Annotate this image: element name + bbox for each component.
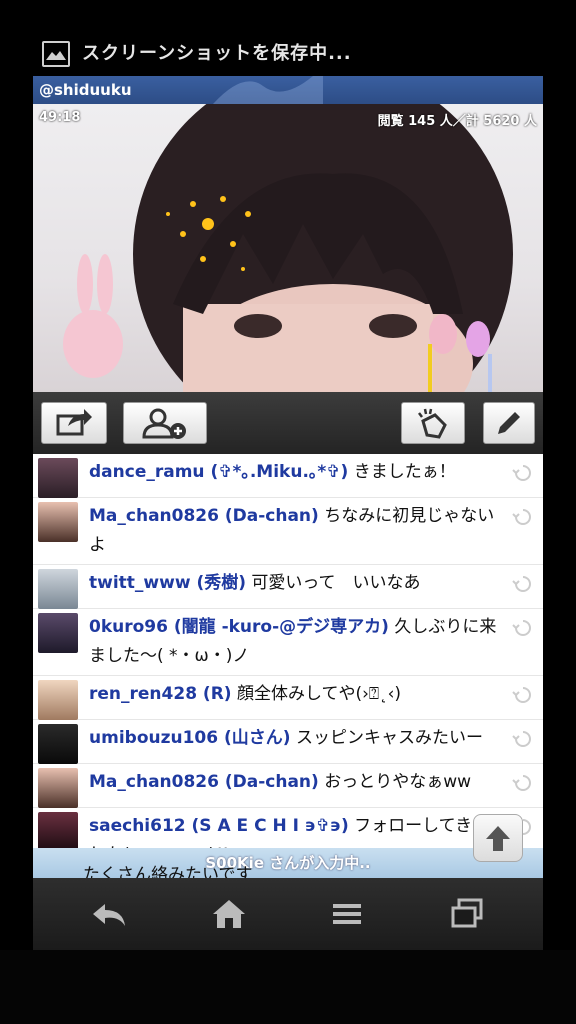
menu-icon[interactable] xyxy=(327,896,367,932)
comment-row[interactable]: umibouzu106 (山さん) スッピンキャスみたいー xyxy=(33,720,543,764)
reply-icon[interactable] xyxy=(511,772,533,794)
avatar[interactable] xyxy=(38,569,78,609)
avatar[interactable] xyxy=(38,724,78,764)
avatar[interactable] xyxy=(38,812,78,852)
comment-row[interactable]: twitt_www (秀樹) 可愛いって いいなあ xyxy=(33,565,543,609)
share-icon xyxy=(56,409,92,436)
add-user-icon xyxy=(142,408,186,439)
video-frame xyxy=(63,104,513,392)
comment-list[interactable]: dance_ramu (✞*｡.Miku.｡*✞) きましたぁ！ Ma_chan… xyxy=(33,454,543,875)
back-icon[interactable] xyxy=(89,896,129,932)
comment-user[interactable]: umibouzu106 (山さん) xyxy=(89,728,291,748)
avatar[interactable] xyxy=(38,613,78,653)
share-button[interactable] xyxy=(41,402,107,444)
avatar[interactable] xyxy=(38,502,78,542)
avatar[interactable] xyxy=(38,458,78,498)
navigation-bar xyxy=(33,878,543,950)
comment-user[interactable]: Ma_chan0826 (Da-chan) xyxy=(89,506,319,526)
comment-user[interactable]: dance_ramu (✞*｡.Miku.｡*✞) xyxy=(89,462,348,482)
comment-user[interactable]: 0kuro96 (闇龍 -kuro-@デジ専アカ) xyxy=(89,617,389,637)
reply-icon[interactable] xyxy=(511,684,533,706)
clap-icon xyxy=(418,408,447,439)
home-icon[interactable] xyxy=(209,896,249,932)
live-video[interactable]: 49:18 閲覧 145 人／計 5620 人 xyxy=(33,104,543,392)
comment-user[interactable]: twitt_www (秀樹) xyxy=(89,573,246,593)
edit-button[interactable] xyxy=(483,402,535,444)
comment-row[interactable]: ren_ren428 (R) 顔全体みしてや(›⍰˛‹) xyxy=(33,676,543,720)
reply-icon[interactable] xyxy=(511,617,533,639)
comment-text: スッピンキャスみたいー xyxy=(295,728,483,748)
reply-icon[interactable] xyxy=(511,506,533,528)
comment-text: 可愛いって いいなあ xyxy=(251,573,421,593)
screenshot-image-icon xyxy=(42,41,70,67)
clap-button[interactable] xyxy=(401,402,465,444)
system-nav-area xyxy=(0,950,576,1024)
wave-decoration xyxy=(213,76,323,104)
follow-button[interactable] xyxy=(123,402,207,444)
view-count: 閲覧 145 人／計 5620 人 xyxy=(377,114,537,129)
reply-icon[interactable] xyxy=(511,728,533,750)
avatar[interactable] xyxy=(38,768,78,808)
broadcast-elapsed-time: 49:18 xyxy=(39,110,81,125)
reply-icon[interactable] xyxy=(511,462,533,484)
comment-row[interactable]: dance_ramu (✞*｡.Miku.｡*✞) きましたぁ！ xyxy=(33,454,543,498)
comment-user[interactable]: Ma_chan0826 (Da-chan) xyxy=(89,772,319,792)
status-bar: スクリーンショットを保存中... xyxy=(0,0,576,72)
comment-text: おっとりやなぁww xyxy=(324,772,472,792)
broadcaster-bar[interactable]: @shiduuku xyxy=(33,76,543,104)
comment-user[interactable]: saechi612 (S A E C H I ϶✞϶) xyxy=(89,816,349,836)
notification-text: スクリーンショットを保存中... xyxy=(82,43,352,64)
comment-user[interactable]: ren_ren428 (R) xyxy=(89,684,232,704)
action-toolbar xyxy=(33,392,543,454)
avatar[interactable] xyxy=(38,680,78,720)
app-window: @shiduuku 49:18 閲覧 145 人／計 5620 人 dance_… xyxy=(33,76,543,878)
broadcaster-username: @shiduuku xyxy=(39,81,132,99)
comment-overflow-text: たくさん絡みたいです xyxy=(83,865,253,878)
comment-row[interactable]: Ma_chan0826 (Da-chan) ちなみに初見じゃないよ xyxy=(33,498,543,565)
scroll-top-button[interactable] xyxy=(473,814,523,862)
pencil-icon xyxy=(498,412,520,434)
comment-row[interactable]: Ma_chan0826 (Da-chan) おっとりやなぁww xyxy=(33,764,543,808)
reply-icon[interactable] xyxy=(511,573,533,595)
comment-text: 顔全体みしてや(›⍰˛‹) xyxy=(236,684,402,704)
comment-row[interactable]: 0kuro96 (闇龍 -kuro-@デジ専アカ) 久しぶりに来ました〜( *・… xyxy=(33,609,543,676)
recent-apps-icon[interactable] xyxy=(447,896,487,932)
comment-text: きましたぁ！ xyxy=(353,462,456,482)
arrow-up-icon xyxy=(486,826,510,851)
